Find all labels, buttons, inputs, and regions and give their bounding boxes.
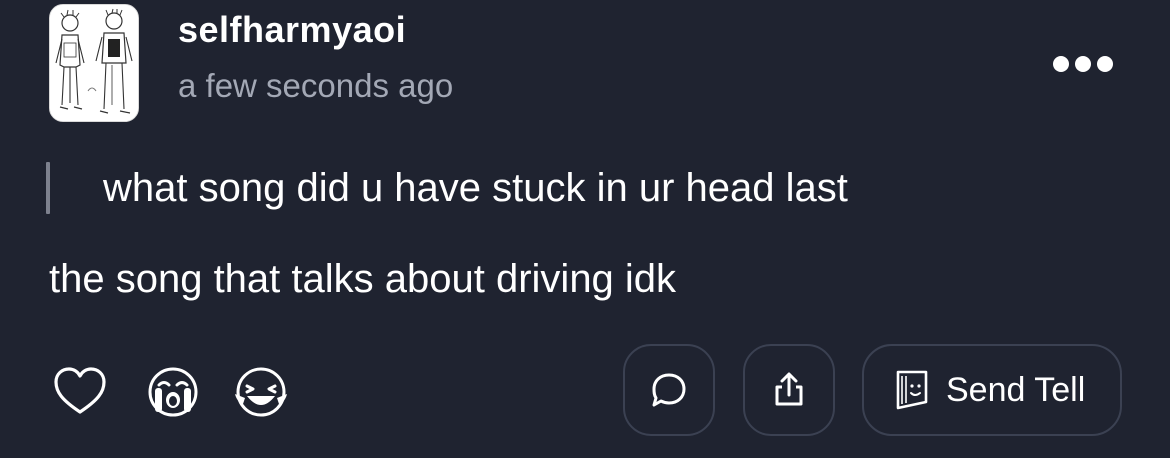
- answer-text: the song that talks about driving idk: [49, 257, 677, 301]
- more-dots-icon: [1097, 56, 1113, 72]
- share-button[interactable]: [743, 344, 835, 436]
- crying-face-icon: [148, 367, 198, 417]
- send-tell-button[interactable]: Send Tell: [862, 344, 1122, 436]
- comment-bubble-icon: [652, 373, 686, 407]
- post-timestamp: a few seconds ago: [178, 67, 454, 104]
- username[interactable]: selfharmyaoi: [178, 8, 406, 52]
- laugh-react-button[interactable]: [233, 364, 289, 420]
- more-dots-icon: [1053, 56, 1069, 72]
- more-dots-icon: [1075, 56, 1091, 72]
- heart-react-button[interactable]: [52, 364, 108, 420]
- heart-icon: [54, 367, 106, 414]
- quote-bar: [46, 162, 50, 214]
- laughing-face-icon: [235, 367, 287, 417]
- tell-note-icon: [896, 370, 928, 410]
- cry-react-button[interactable]: [145, 364, 201, 420]
- comment-button[interactable]: [623, 344, 715, 436]
- send-tell-label: Send Tell: [946, 371, 1086, 409]
- share-icon: [775, 372, 803, 406]
- avatar[interactable]: [49, 4, 139, 122]
- post-card: selfharmyaoi a few seconds ago what song…: [0, 0, 1170, 458]
- more-options-button[interactable]: [1045, 46, 1121, 82]
- question-text: what song did u have stuck in ur head la…: [103, 166, 848, 210]
- avatar-drawing: [50, 5, 138, 121]
